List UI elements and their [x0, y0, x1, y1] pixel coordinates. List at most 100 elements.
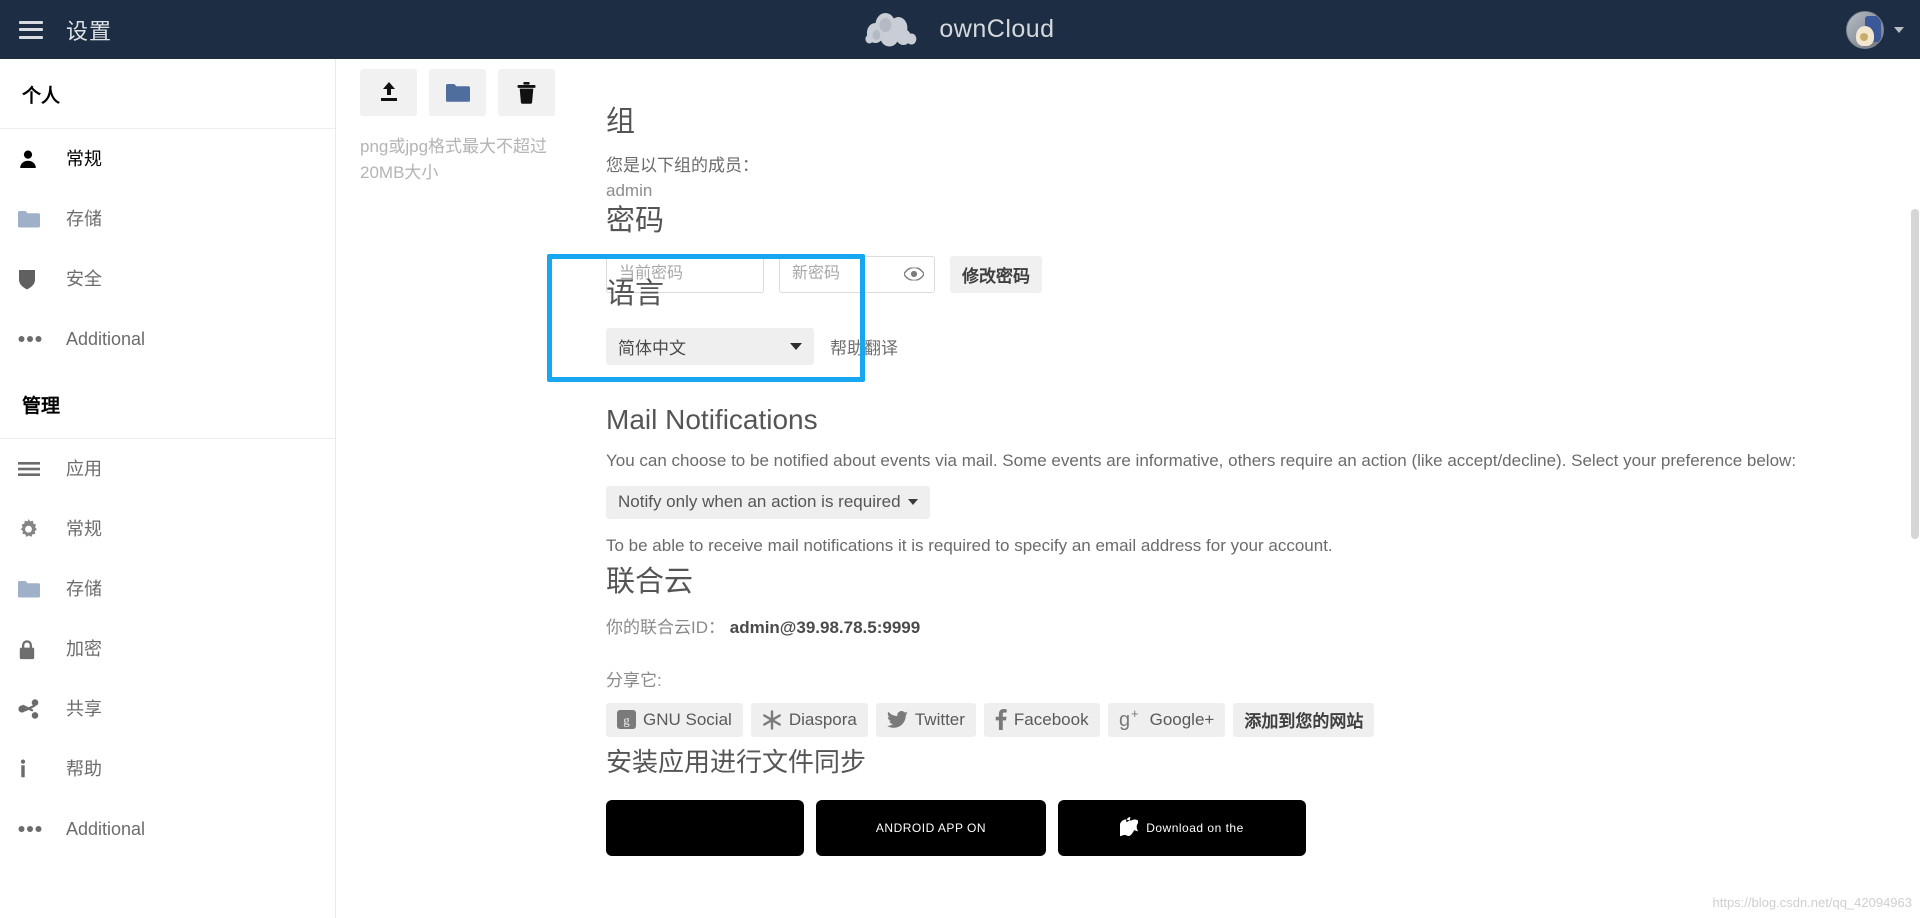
sidebar-item-admin-additional[interactable]: Additional: [0, 799, 335, 859]
svg-text:g: g: [1119, 709, 1130, 730]
lock-icon: [18, 639, 52, 660]
sidebar-item-label: 安全: [66, 269, 102, 289]
settings-sidebar: 个人 常规 存储 安全 Additional 管理 应用 常规 存储 加密 共享…: [0, 59, 336, 918]
mail-notifications-description: You can choose to be notified about even…: [606, 450, 1797, 470]
folder-icon: [18, 580, 52, 598]
language-selected-value: 简体中文: [618, 338, 686, 358]
sidebar-item-label: 存储: [66, 579, 102, 599]
federated-cloud-id-row: 你的联合云ID： admin@39.98.78.5:9999: [606, 613, 1374, 638]
sidebar-group-admin-title: 管理: [22, 396, 61, 417]
upload-icon: [380, 81, 397, 101]
sidebar-item-personal-security[interactable]: 安全: [0, 249, 335, 309]
android-badge-label: ANDROID APP ON: [875, 820, 987, 835]
language-select[interactable]: 简体中文: [606, 327, 814, 365]
groups-section: 组 您是以下组的成员： admin: [606, 105, 759, 201]
facebook-icon: [995, 709, 1007, 731]
share-googleplus-button[interactable]: g + Google+: [1107, 702, 1226, 737]
federated-cloud-heading: 联合云: [606, 566, 694, 598]
scrollbar-thumb[interactable]: [1911, 209, 1919, 539]
help-translate-link[interactable]: 帮助翻译: [830, 334, 898, 359]
select-from-files-button[interactable]: [429, 69, 486, 116]
change-password-button[interactable]: 修改密码: [950, 255, 1042, 293]
install-apps-section: 安装应用进行文件同步 ANDROID APP ON Download on th…: [606, 747, 1306, 857]
share-gnusocial-button[interactable]: g GNU Social: [606, 702, 743, 737]
shield-icon: [18, 269, 52, 290]
caret-down-icon: [790, 342, 802, 350]
install-apps-heading: 安装应用进行文件同步: [606, 747, 867, 777]
ellipsis-icon: [18, 335, 52, 343]
sidebar-item-label: 常规: [66, 149, 102, 169]
ellipsis-icon: [18, 825, 52, 833]
social-share-row: g GNU Social Diaspora Twitter Facebook g…: [606, 702, 1375, 737]
share-diaspora-button[interactable]: Diaspora: [750, 702, 868, 737]
share-it-label: 分享它:: [606, 670, 662, 690]
mail-notifications-note: To be able to receive mail notifications…: [606, 535, 1333, 555]
info-icon: [18, 759, 52, 779]
app-store-badges-row: ANDROID APP ON Download on the: [606, 800, 1306, 857]
sidebar-item-personal-additional[interactable]: Additional: [0, 309, 335, 369]
avatar-upload-hint: png或jpg格式最大不超过20MB大小: [360, 137, 548, 182]
mail-notifications-section: Mail Notifications You can choose to be …: [606, 403, 1836, 559]
android-app-badge[interactable]: ANDROID APP ON: [816, 800, 1046, 857]
mail-notifications-heading: Mail Notifications: [606, 404, 818, 435]
page-title: 设置: [66, 18, 113, 44]
mail-notification-select[interactable]: Notify only when an action is required: [606, 485, 930, 519]
watermark-text: https://blog.csdn.net/qq_42094963: [1712, 895, 1913, 910]
list-icon: [18, 461, 52, 477]
sidebar-group-personal-title: 个人: [22, 86, 61, 107]
sidebar-item-personal-storage[interactable]: 存储: [0, 189, 335, 249]
language-heading: 语言: [606, 278, 665, 310]
social-button-label: Facebook: [1013, 709, 1089, 729]
social-button-label: Twitter: [914, 709, 965, 729]
group-name: admin: [606, 181, 653, 201]
sidebar-item-label: 常规: [66, 519, 102, 539]
groups-member-text: 您是以下组的成员：: [606, 155, 759, 175]
svg-text:+: +: [1131, 709, 1139, 721]
federated-cloud-section: 联合云 你的联合云ID： admin@39.98.78.5:9999 分享它: …: [606, 565, 1375, 737]
social-button-label: Google+: [1149, 709, 1215, 729]
avatar-settings: png或jpg格式最大不超过20MB大小: [360, 69, 610, 185]
groups-heading: 组: [606, 106, 636, 138]
svg-text:g: g: [623, 713, 630, 728]
gnusocial-icon: g: [617, 710, 636, 730]
user-menu-button[interactable]: [1846, 10, 1904, 49]
gear-icon: [18, 518, 52, 540]
ios-app-badge[interactable]: Download on the: [1058, 800, 1306, 857]
share-twitter-button[interactable]: Twitter: [875, 702, 976, 737]
sidebar-item-admin-storage[interactable]: 存储: [0, 559, 335, 619]
owncloud-logo-icon: [865, 12, 917, 46]
eye-icon[interactable]: [904, 267, 924, 281]
federated-cloud-id-label: 你的联合云ID：: [606, 617, 725, 637]
chevron-down-icon[interactable]: [1894, 26, 1904, 33]
sidebar-item-label: 共享: [66, 699, 102, 719]
app-header: 设置 ownCloud: [0, 0, 1920, 59]
twitter-icon: [886, 710, 908, 729]
upload-avatar-button[interactable]: [360, 69, 417, 116]
sidebar-item-label: 存储: [66, 209, 102, 229]
owncloud-logo-link[interactable]: ownCloud: [865, 12, 1054, 48]
trash-icon: [517, 81, 536, 104]
content-scrollbar[interactable]: [1910, 59, 1920, 918]
hamburger-menu-button[interactable]: [0, 0, 62, 59]
delete-avatar-button[interactable]: [498, 69, 555, 116]
sidebar-item-admin-help[interactable]: 帮助: [0, 739, 335, 799]
sidebar-item-label: 加密: [66, 639, 102, 659]
sidebar-item-personal-general[interactable]: 常规: [0, 129, 335, 189]
folder-icon: [445, 84, 470, 102]
sidebar-item-admin-apps[interactable]: 应用: [0, 439, 335, 499]
owncloud-logo-text: ownCloud: [939, 15, 1055, 43]
caret-down-icon: [907, 499, 918, 506]
desktop-app-badge[interactable]: [606, 800, 804, 857]
language-section: 语言 简体中文 帮助翻译: [606, 277, 898, 365]
user-icon: [18, 149, 52, 169]
avatar[interactable]: [1846, 10, 1884, 49]
add-to-your-website-button[interactable]: 添加到您的网站: [1233, 702, 1375, 737]
social-button-label: GNU Social: [643, 709, 732, 729]
folder-icon: [18, 210, 52, 228]
hamburger-icon: [19, 20, 43, 39]
sidebar-item-admin-encryption[interactable]: 加密: [0, 619, 335, 679]
share-facebook-button[interactable]: Facebook: [983, 702, 1100, 737]
password-heading: 密码: [606, 205, 665, 237]
sidebar-item-admin-sharing[interactable]: 共享: [0, 679, 335, 739]
sidebar-item-admin-general[interactable]: 常规: [0, 499, 335, 559]
